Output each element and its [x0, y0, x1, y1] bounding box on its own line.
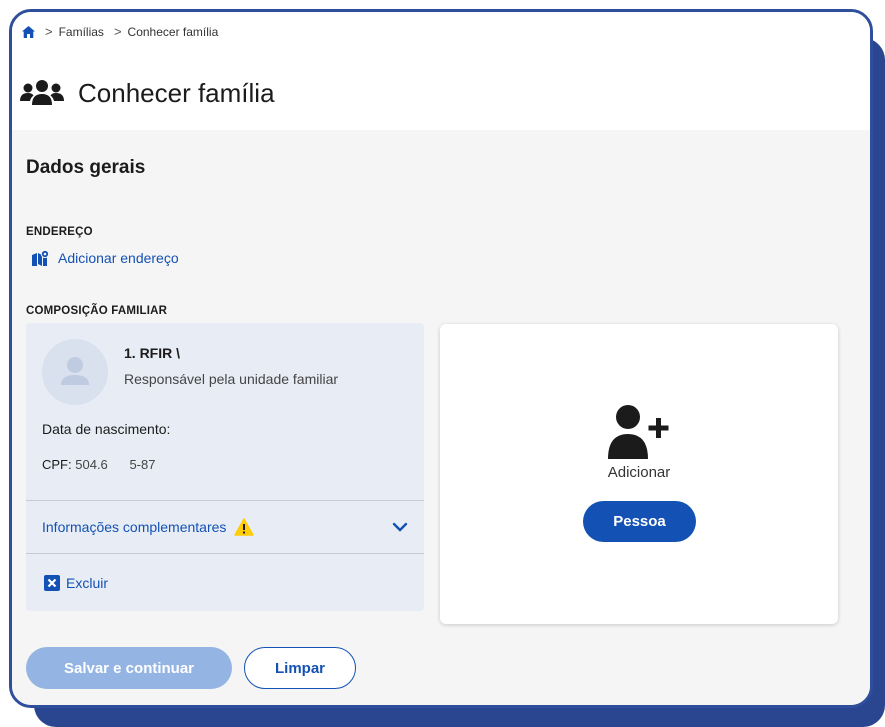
cpf-row: CPF: 504.6 5-87: [42, 457, 155, 472]
member-role: Responsável pela unidade familiar: [124, 371, 339, 387]
users-group-icon: [20, 79, 64, 105]
divider: [26, 553, 424, 554]
member-name: 1. RFIR \: [124, 345, 181, 361]
add-address-link[interactable]: Adicionar endereço: [32, 250, 179, 266]
map-marker-icon: [32, 250, 50, 266]
birth-date-label: Data de nascimento:: [42, 421, 171, 437]
warning-icon: [234, 518, 255, 536]
chevron-right-icon: >: [45, 24, 53, 39]
breadcrumb: > Famílias > Conhecer família: [22, 24, 218, 39]
close-square-icon: [44, 575, 60, 591]
cpf-label: CPF:: [42, 457, 72, 472]
save-continue-button[interactable]: Salvar e continuar: [26, 647, 232, 689]
additional-info-label: Informações complementares: [42, 519, 227, 535]
page-title-row: Conhecer família: [20, 78, 275, 109]
family-member-card: 1. RFIR \ Responsável pela unidade famil…: [26, 323, 424, 611]
address-label: ENDEREÇO: [26, 226, 93, 238]
chevron-down-icon[interactable]: [392, 522, 408, 532]
add-address-label: Adicionar endereço: [58, 250, 179, 266]
header: > Famílias > Conhecer família Conhecer f…: [12, 12, 870, 130]
user-plus-icon: [608, 405, 669, 459]
additional-info-toggle[interactable]: Informações complementares: [42, 518, 408, 536]
clear-button[interactable]: Limpar: [244, 647, 356, 689]
add-person-card: Adicionar Pessoa: [440, 324, 838, 624]
chevron-right-icon: >: [113, 24, 122, 39]
home-icon[interactable]: [22, 25, 35, 38]
main-content: Dados gerais ENDEREÇO Adicionar endereço…: [12, 130, 870, 705]
composition-label: COMPOSIÇÃO FAMILIAR: [26, 305, 168, 317]
avatar: [42, 339, 108, 405]
app-window: > Famílias > Conhecer família Conhecer f…: [9, 9, 873, 708]
divider: [26, 500, 424, 501]
cpf-value: 504.6 5-87: [75, 457, 156, 472]
page-title: Conhecer família: [78, 78, 275, 108]
section-title: Dados gerais: [26, 157, 146, 178]
delete-label: Excluir: [66, 575, 109, 591]
breadcrumb-item-current: Conhecer família: [127, 24, 219, 39]
breadcrumb-item-familias[interactable]: Famílias: [59, 25, 104, 39]
add-person-button[interactable]: Pessoa: [583, 501, 696, 542]
add-label: Adicionar: [607, 464, 671, 481]
user-icon: [61, 357, 89, 385]
delete-member-button[interactable]: Excluir: [44, 575, 108, 591]
